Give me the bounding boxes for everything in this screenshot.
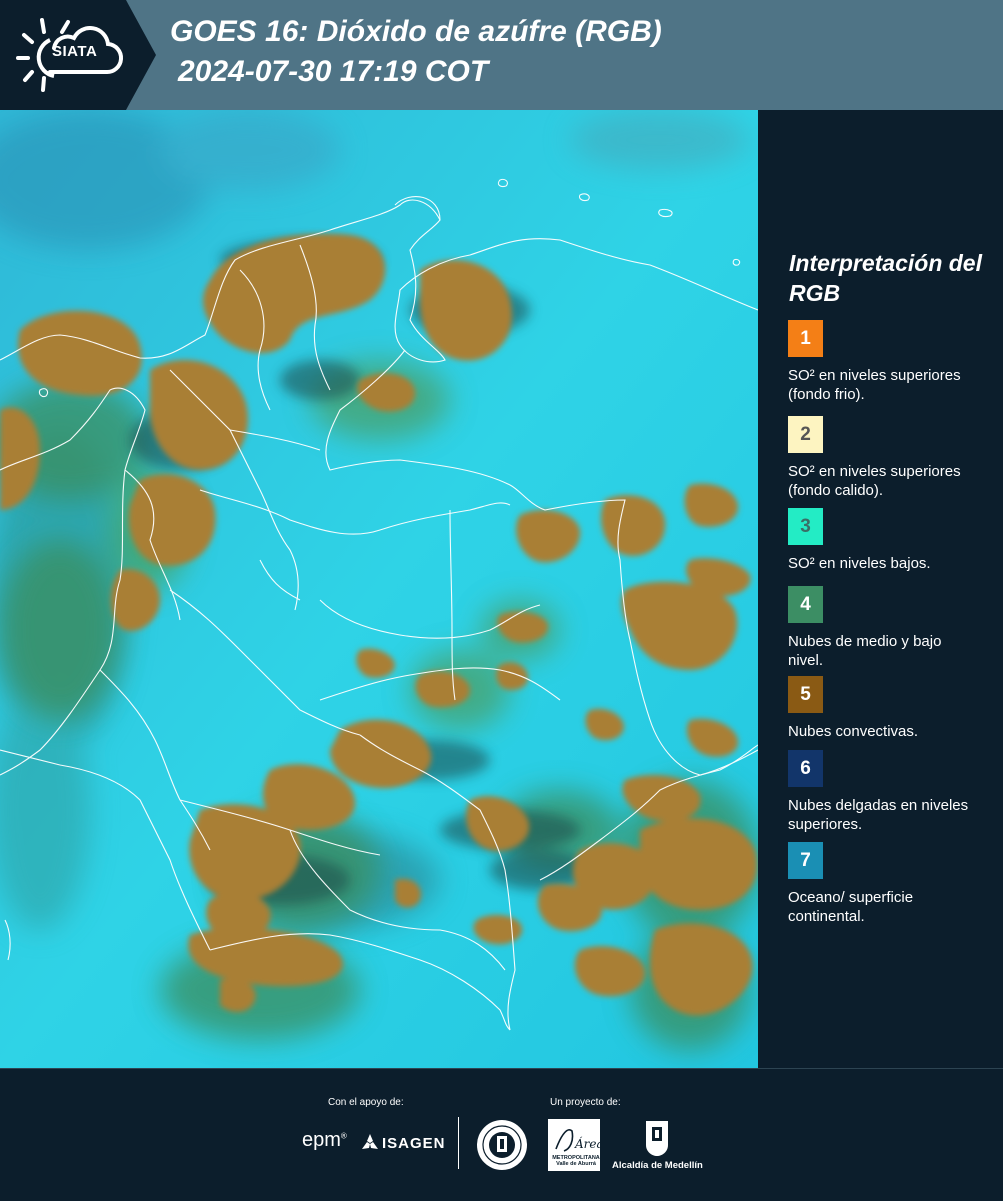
legend-item-6: 6 Nubes delgadas en niveles superiores.: [788, 750, 988, 834]
area-logo-subtitle: METROPOLITANA Valle de Aburrá: [552, 1155, 600, 1167]
satellite-map[interactable]: [0, 110, 758, 1068]
legend-swatch-2: 2: [788, 416, 823, 453]
legend-label-7: Oceano/ superficie continental.: [788, 889, 914, 925]
legend-number-7: 7: [800, 849, 811, 871]
area-logo-name: Área: [574, 1136, 600, 1151]
legend-label-3: SO² en niveles bajos.: [788, 555, 931, 572]
page-title: GOES 16: Dióxido de azúfre (RGB): [170, 15, 662, 48]
legend-swatch-1: 1: [788, 320, 823, 357]
legend-swatch-5: 5: [788, 676, 823, 713]
legend-number-1: 1: [800, 327, 811, 349]
timestamp-subtitle: 2024-07-30 17:19 COT: [178, 55, 489, 88]
footer-sponsors: Con el apoyo de: Un proyecto de: epm® IS…: [0, 1068, 1003, 1201]
siata-logo-text: SIATA: [52, 43, 98, 60]
legend-label-2: SO² en niveles superiores (fondo calido)…: [788, 463, 961, 499]
legend-swatch-4: 4: [788, 586, 823, 623]
legend-label-1: SO² en niveles superiores (fondo frio).: [788, 367, 961, 403]
legend-number-5: 5: [800, 683, 811, 705]
legend-item-4: 4 Nubes de medio y bajo nivel.: [788, 586, 988, 670]
legend-item-7: 7 Oceano/ superficie continental.: [788, 842, 988, 926]
satellite-image: [0, 110, 758, 1068]
medellin-seal-icon: [477, 1120, 527, 1170]
legend-item-2: 2 SO² en niveles superiores (fondo calid…: [788, 416, 988, 500]
alcaldia-logo-text: Alcaldía de Medellín: [612, 1160, 703, 1171]
legend-number-3: 3: [800, 515, 811, 537]
legend-label-5: Nubes convectivas.: [788, 723, 919, 740]
isagen-logo: ISAGEN: [360, 1133, 445, 1155]
legend-item-3: 3 SO² en niveles bajos.: [788, 508, 988, 573]
epm-logo: epm®: [302, 1129, 347, 1152]
legend-label-4: Nubes de medio y bajo nivel.: [788, 633, 942, 669]
support-label: Con el apoyo de:: [328, 1097, 404, 1108]
legend-number-4: 4: [800, 593, 811, 615]
legend-label-6: Nubes delgadas en niveles superiores.: [788, 797, 969, 833]
legend-number-2: 2: [800, 423, 811, 445]
epm-logo-text: epm: [302, 1129, 341, 1151]
legend-item-1: 1 SO² en niveles superiores (fondo frio)…: [788, 320, 988, 404]
footer-divider: [458, 1117, 459, 1169]
project-label: Un proyecto de:: [550, 1097, 621, 1108]
registered-mark-icon: ®: [340, 1131, 347, 1141]
isagen-logo-text: ISAGEN: [382, 1135, 446, 1152]
alcaldia-shield-icon: [646, 1121, 668, 1156]
legend-swatch-6: 6: [788, 750, 823, 787]
header-bar: SIATA GOES 16: Dióxido de azúfre (RGB) 2…: [0, 0, 1003, 110]
legend-item-5: 5 Nubes convectivas.: [788, 676, 988, 741]
legend-title: Interpretación del RGB: [789, 250, 982, 306]
rgb-legend-panel: Interpretación del RGB 1 SO² en niveles …: [760, 110, 1003, 1068]
isagen-mark-icon: [362, 1134, 378, 1149]
legend-swatch-3: 3: [788, 508, 823, 545]
logo-panel: SIATA: [0, 0, 160, 110]
legend-number-6: 6: [800, 757, 811, 779]
legend-swatch-7: 7: [788, 842, 823, 879]
